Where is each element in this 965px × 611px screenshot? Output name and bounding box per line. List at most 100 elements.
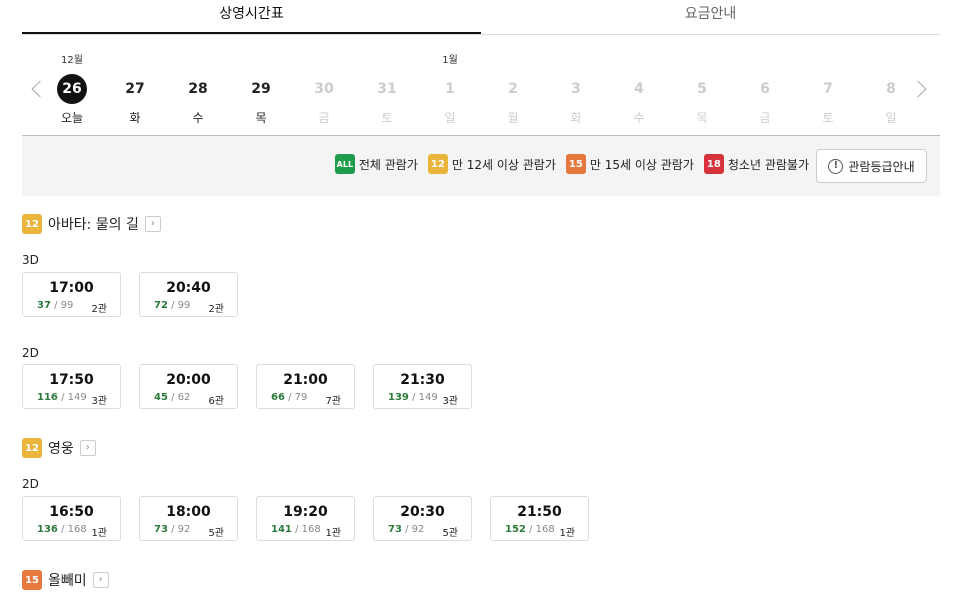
showtime-button[interactable]: 18:00 73 / 92 5관	[139, 496, 238, 541]
month-label	[115, 53, 155, 69]
hall-number: 7관	[325, 396, 341, 407]
tab-pricing[interactable]: 요금안내	[481, 0, 940, 34]
movie-detail-chevron-right-icon[interactable]: ›	[144, 216, 161, 232]
rating-15-badge-icon: 15	[22, 570, 42, 590]
showtime-button[interactable]: 20:40 72 / 99 2관	[139, 272, 238, 317]
date-item: 7 토	[808, 53, 848, 133]
tab-showtimes[interactable]: 상영시간표	[22, 0, 481, 34]
movie-title[interactable]: 아바타: 물의 길	[48, 214, 139, 234]
total-seats: / 92	[405, 524, 425, 535]
seat-count: 45 / 62	[154, 392, 190, 403]
rating-18-badge-icon: 18	[703, 154, 724, 174]
showtime-time: 21:00	[283, 372, 328, 388]
day-number: 1	[445, 81, 455, 97]
showtime-button[interactable]: 17:00 37 / 99 2관	[22, 272, 121, 317]
month-label	[304, 53, 344, 69]
day-number: 29	[251, 81, 271, 97]
date-item: 6 금	[745, 53, 785, 133]
date-selector: 12월 26 오늘 27 화 28 수 29 목 30 금 31 토 1월 1 …	[22, 35, 940, 136]
day-number: 30	[314, 81, 334, 97]
seat-count: 37 / 99	[37, 300, 73, 311]
date-item[interactable]: 29 목	[241, 53, 281, 133]
seat-count: 72 / 99	[154, 300, 190, 311]
day-number: 27	[125, 81, 145, 97]
date-item: 1월 1 일	[430, 53, 470, 133]
remaining-seats: 73	[154, 524, 168, 535]
showtime-time: 18:00	[166, 504, 211, 520]
hall-number: 1관	[325, 528, 341, 539]
format-label: 2D	[22, 346, 39, 360]
date-item: 8 일	[871, 53, 911, 133]
date-item[interactable]: 12월 26 오늘	[52, 53, 92, 133]
prev-dates-chevron-left-icon[interactable]	[30, 79, 46, 101]
showtime-button[interactable]: 17:50 116 / 149 3관	[22, 364, 121, 409]
showtime-button[interactable]: 20:30 73 / 92 5관	[373, 496, 472, 541]
month-label: 12월	[61, 55, 83, 66]
remaining-seats: 139	[388, 392, 409, 403]
showtime-button[interactable]: 21:00 66 / 79 7관	[256, 364, 355, 409]
rating-guide-label: 관람등급안내	[848, 159, 915, 174]
showtime-button[interactable]: 20:00 45 / 62 6관	[139, 364, 238, 409]
remaining-seats: 141	[271, 524, 292, 535]
month-label	[871, 53, 911, 69]
legend-12: 12 만 12세 이상 관람가	[427, 154, 556, 174]
day-number: 26	[57, 74, 87, 104]
date-item: 3 화	[556, 53, 596, 133]
movie-title[interactable]: 영웅	[48, 438, 74, 458]
rating-guide-button[interactable]: ! 관람등급안내	[816, 149, 927, 183]
showtime-button[interactable]: 21:30 139 / 149 3관	[373, 364, 472, 409]
next-dates-chevron-right-icon[interactable]	[914, 79, 930, 101]
movie-detail-chevron-right-icon[interactable]: ›	[79, 440, 96, 456]
remaining-seats: 45	[154, 392, 168, 403]
weekday-label: 금	[318, 111, 330, 125]
hall-number: 3관	[442, 396, 458, 407]
hall-number: 6관	[208, 396, 224, 407]
weekday-label: 일	[444, 111, 456, 125]
showtime-button[interactable]: 19:20 141 / 168 1관	[256, 496, 355, 541]
day-number: 8	[886, 81, 896, 97]
movie-title[interactable]: 올빼미	[48, 570, 87, 590]
seat-count: 136 / 168	[37, 524, 87, 535]
showtime-button[interactable]: 21:50 152 / 168 1관	[490, 496, 589, 541]
schedule-tabs: 상영시간표 요금안내	[22, 0, 940, 35]
date-item[interactable]: 28 수	[178, 53, 218, 133]
month-label	[682, 53, 722, 69]
month-label	[556, 53, 596, 69]
rating-legend: ALL 전체 관람가 12 만 12세 이상 관람가 15 만 15세 이상 관…	[22, 136, 940, 196]
showtime-time: 20:30	[400, 504, 445, 520]
month-label	[241, 53, 281, 69]
movie-detail-chevron-right-icon[interactable]: ›	[92, 572, 109, 588]
rating-12-badge-icon: 12	[22, 438, 42, 458]
day-number: 4	[634, 81, 644, 97]
info-icon: !	[828, 158, 844, 174]
total-seats: / 168	[61, 524, 87, 535]
total-seats: / 168	[529, 524, 555, 535]
hall-number: 1관	[559, 528, 575, 539]
remaining-seats: 152	[505, 524, 526, 535]
hall-number: 5관	[442, 528, 458, 539]
date-item: 4 수	[619, 53, 659, 133]
date-item: 5 목	[682, 53, 722, 133]
weekday-label: 수	[633, 111, 645, 125]
date-item[interactable]: 27 화	[115, 53, 155, 133]
legend-all: ALL 전체 관람가	[334, 154, 418, 174]
hall-number: 3관	[91, 396, 107, 407]
weekday-label: 월	[507, 111, 519, 125]
month-label	[367, 53, 407, 69]
movie-title-row: 12 아바타: 물의 길 ›	[22, 214, 161, 234]
weekday-label: 오늘	[60, 111, 84, 125]
weekday-label: 토	[822, 111, 834, 125]
day-number: 5	[697, 81, 707, 97]
legend-label: 만 12세 이상 관람가	[451, 157, 556, 172]
total-seats: / 149	[61, 392, 87, 403]
showtime-time: 20:40	[166, 280, 211, 296]
format-label: 3D	[22, 253, 39, 267]
weekday-label: 화	[570, 111, 582, 125]
legend-label: 만 15세 이상 관람가	[589, 157, 694, 172]
weekday-label: 목	[255, 111, 267, 125]
showtime-button[interactable]: 16:50 136 / 168 1관	[22, 496, 121, 541]
legend-15: 15 만 15세 이상 관람가	[565, 154, 694, 174]
weekday-label: 금	[759, 111, 771, 125]
showtime-time: 21:50	[517, 504, 562, 520]
rating-12-badge-icon: 12	[427, 154, 448, 174]
